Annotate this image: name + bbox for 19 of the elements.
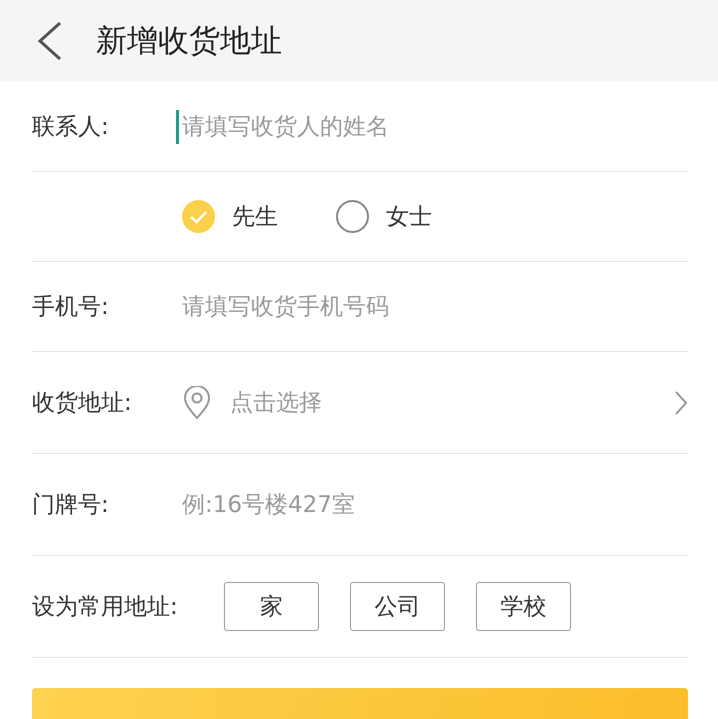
tag-button[interactable]: 公司 [350,582,445,631]
tag-button[interactable]: 家 [224,582,319,631]
input-field[interactable]: 请填写收货手机号码 [182,294,582,320]
field-label: 手机号: [32,293,110,322]
radio-label: 先生 [232,203,278,232]
field-label: 联系人: [32,113,110,142]
input-field[interactable]: 请填写收货人的姓名 [182,114,582,140]
field-label: 门牌号: [32,491,110,520]
tag-button[interactable]: 学校 [476,582,571,631]
input-field[interactable]: 例:16号楼427室 [182,492,582,518]
radio-label: 女士 [386,203,432,232]
page-title: 新增收货地址 [96,22,282,61]
location-pin-icon [182,386,212,420]
radio-option[interactable]: 先生 [182,200,278,233]
chevron-right-icon[interactable] [674,390,688,416]
field-label: 收货地址: [32,389,133,418]
field-label: 设为常用地址: [32,593,178,622]
radio-option[interactable]: 女士 [336,200,432,233]
input-field[interactable]: 点击选择 [230,390,630,416]
